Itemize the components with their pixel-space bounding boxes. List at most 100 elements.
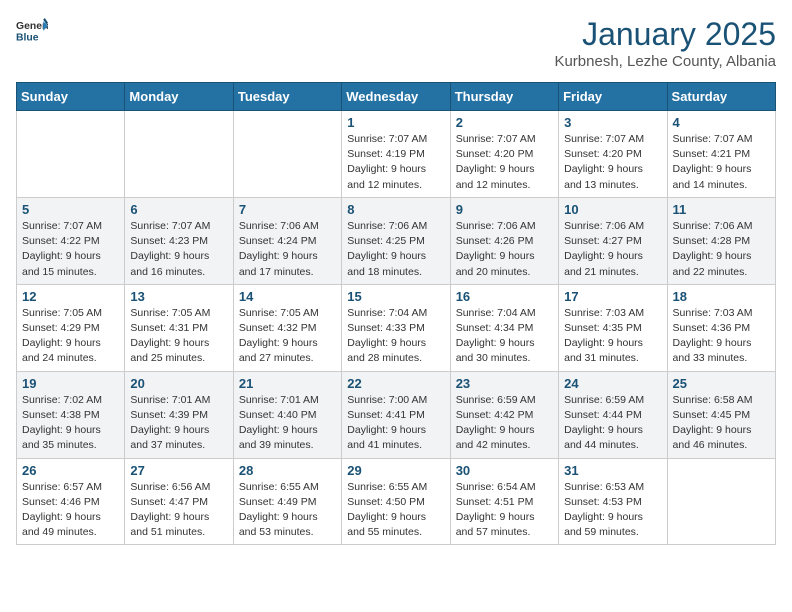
cell-day-number: 10 bbox=[564, 202, 661, 217]
cell-day-number: 23 bbox=[456, 376, 553, 391]
cell-info: Sunrise: 7:07 AM Sunset: 4:21 PM Dayligh… bbox=[673, 132, 770, 193]
cell-info: Sunrise: 6:56 AM Sunset: 4:47 PM Dayligh… bbox=[130, 480, 227, 541]
cell-day-number: 1 bbox=[347, 115, 444, 130]
calendar-cell: 7 Sunrise: 7:06 AM Sunset: 4:24 PM Daylig… bbox=[233, 197, 341, 284]
calendar-cell bbox=[233, 111, 341, 198]
weekday-header-friday: Friday bbox=[559, 83, 667, 111]
title-block: January 2025 Kurbnesh, Lezhe County, Alb… bbox=[554, 16, 776, 70]
cell-info: Sunrise: 6:59 AM Sunset: 4:44 PM Dayligh… bbox=[564, 393, 661, 454]
weekday-header-tuesday: Tuesday bbox=[233, 83, 341, 111]
calendar-cell: 21Sunrise: 7:01 AM Sunset: 4:40 PM Dayli… bbox=[233, 371, 341, 458]
calendar-cell: 4 Sunrise: 7:07 AM Sunset: 4:21 PM Daylig… bbox=[667, 111, 775, 198]
cell-day-number: 27 bbox=[130, 463, 227, 478]
cell-info: Sunrise: 7:03 AM Sunset: 4:35 PM Dayligh… bbox=[564, 306, 661, 367]
cell-info: Sunrise: 7:05 AM Sunset: 4:32 PM Dayligh… bbox=[239, 306, 336, 367]
cell-day-number: 6 bbox=[130, 202, 227, 217]
cell-info: Sunrise: 7:06 AM Sunset: 4:24 PM Dayligh… bbox=[239, 219, 336, 280]
calendar-cell bbox=[667, 458, 775, 545]
cell-info: Sunrise: 7:06 AM Sunset: 4:27 PM Dayligh… bbox=[564, 219, 661, 280]
cell-info: Sunrise: 7:04 AM Sunset: 4:34 PM Dayligh… bbox=[456, 306, 553, 367]
cell-day-number: 24 bbox=[564, 376, 661, 391]
cell-day-number: 18 bbox=[673, 289, 770, 304]
cell-info: Sunrise: 7:06 AM Sunset: 4:26 PM Dayligh… bbox=[456, 219, 553, 280]
calendar-cell: 2Sunrise: 7:07 AM Sunset: 4:20 PM Daylig… bbox=[450, 111, 558, 198]
cell-info: Sunrise: 7:07 AM Sunset: 4:19 PM Dayligh… bbox=[347, 132, 444, 193]
cell-day-number: 11 bbox=[673, 202, 770, 217]
calendar-week-3: 12Sunrise: 7:05 AM Sunset: 4:29 PM Dayli… bbox=[17, 284, 776, 371]
page-header: General Blue January 2025 Kurbnesh, Lezh… bbox=[16, 16, 776, 70]
calendar-week-2: 5 Sunrise: 7:07 AM Sunset: 4:22 PM Daylig… bbox=[17, 197, 776, 284]
cell-day-number: 5 bbox=[22, 202, 119, 217]
logo: General Blue bbox=[16, 16, 48, 44]
calendar-cell: 9 Sunrise: 7:06 AM Sunset: 4:26 PM Daylig… bbox=[450, 197, 558, 284]
calendar-subtitle: Kurbnesh, Lezhe County, Albania bbox=[554, 53, 776, 70]
calendar-cell: 25Sunrise: 6:58 AM Sunset: 4:45 PM Dayli… bbox=[667, 371, 775, 458]
cell-info: Sunrise: 7:07 AM Sunset: 4:22 PM Dayligh… bbox=[22, 219, 119, 280]
cell-info: Sunrise: 7:06 AM Sunset: 4:28 PM Dayligh… bbox=[673, 219, 770, 280]
cell-info: Sunrise: 7:02 AM Sunset: 4:38 PM Dayligh… bbox=[22, 393, 119, 454]
weekday-header-sunday: Sunday bbox=[17, 83, 125, 111]
cell-info: Sunrise: 7:04 AM Sunset: 4:33 PM Dayligh… bbox=[347, 306, 444, 367]
cell-info: Sunrise: 6:59 AM Sunset: 4:42 PM Dayligh… bbox=[456, 393, 553, 454]
cell-info: Sunrise: 6:55 AM Sunset: 4:49 PM Dayligh… bbox=[239, 480, 336, 541]
calendar-cell: 10 Sunrise: 7:06 AM Sunset: 4:27 PM Dayli… bbox=[559, 197, 667, 284]
cell-day-number: 21 bbox=[239, 376, 336, 391]
cell-day-number: 26 bbox=[22, 463, 119, 478]
cell-info: Sunrise: 7:00 AM Sunset: 4:41 PM Dayligh… bbox=[347, 393, 444, 454]
cell-info: Sunrise: 7:06 AM Sunset: 4:25 PM Dayligh… bbox=[347, 219, 444, 280]
calendar-cell: 22 Sunrise: 7:00 AM Sunset: 4:41 PM Dayli… bbox=[342, 371, 450, 458]
cell-info: Sunrise: 7:03 AM Sunset: 4:36 PM Dayligh… bbox=[673, 306, 770, 367]
weekday-header-row: SundayMondayTuesdayWednesdayThursdayFrid… bbox=[17, 83, 776, 111]
calendar-cell: 31Sunrise: 6:53 AM Sunset: 4:53 PM Dayli… bbox=[559, 458, 667, 545]
calendar-cell: 16 Sunrise: 7:04 AM Sunset: 4:34 PM Dayli… bbox=[450, 284, 558, 371]
cell-day-number: 14 bbox=[239, 289, 336, 304]
cell-day-number: 16 bbox=[456, 289, 553, 304]
calendar-cell: 3 Sunrise: 7:07 AM Sunset: 4:20 PM Daylig… bbox=[559, 111, 667, 198]
cell-day-number: 9 bbox=[456, 202, 553, 217]
cell-info: Sunrise: 7:05 AM Sunset: 4:31 PM Dayligh… bbox=[130, 306, 227, 367]
svg-text:Blue: Blue bbox=[16, 32, 39, 43]
calendar-cell: 8Sunrise: 7:06 AM Sunset: 4:25 PM Daylig… bbox=[342, 197, 450, 284]
calendar-cell: 26Sunrise: 6:57 AM Sunset: 4:46 PM Dayli… bbox=[17, 458, 125, 545]
calendar-cell: 30Sunrise: 6:54 AM Sunset: 4:51 PM Dayli… bbox=[450, 458, 558, 545]
cell-day-number: 29 bbox=[347, 463, 444, 478]
calendar-cell: 27 Sunrise: 6:56 AM Sunset: 4:47 PM Dayli… bbox=[125, 458, 233, 545]
cell-day-number: 22 bbox=[347, 376, 444, 391]
calendar-cell: 6 Sunrise: 7:07 AM Sunset: 4:23 PM Daylig… bbox=[125, 197, 233, 284]
calendar-cell: 12Sunrise: 7:05 AM Sunset: 4:29 PM Dayli… bbox=[17, 284, 125, 371]
weekday-header-saturday: Saturday bbox=[667, 83, 775, 111]
cell-day-number: 4 bbox=[673, 115, 770, 130]
cell-day-number: 13 bbox=[130, 289, 227, 304]
calendar-table: SundayMondayTuesdayWednesdayThursdayFrid… bbox=[16, 82, 776, 545]
cell-info: Sunrise: 7:07 AM Sunset: 4:23 PM Dayligh… bbox=[130, 219, 227, 280]
cell-info: Sunrise: 7:07 AM Sunset: 4:20 PM Dayligh… bbox=[564, 132, 661, 193]
cell-info: Sunrise: 7:05 AM Sunset: 4:29 PM Dayligh… bbox=[22, 306, 119, 367]
cell-info: Sunrise: 6:53 AM Sunset: 4:53 PM Dayligh… bbox=[564, 480, 661, 541]
calendar-cell: 20Sunrise: 7:01 AM Sunset: 4:39 PM Dayli… bbox=[125, 371, 233, 458]
weekday-header-wednesday: Wednesday bbox=[342, 83, 450, 111]
calendar-cell: 24 Sunrise: 6:59 AM Sunset: 4:44 PM Dayli… bbox=[559, 371, 667, 458]
calendar-cell: 14 Sunrise: 7:05 AM Sunset: 4:32 PM Dayli… bbox=[233, 284, 341, 371]
cell-day-number: 7 bbox=[239, 202, 336, 217]
calendar-cell: 13 Sunrise: 7:05 AM Sunset: 4:31 PM Dayli… bbox=[125, 284, 233, 371]
cell-info: Sunrise: 7:01 AM Sunset: 4:39 PM Dayligh… bbox=[130, 393, 227, 454]
calendar-cell: 1 Sunrise: 7:07 AM Sunset: 4:19 PM Daylig… bbox=[342, 111, 450, 198]
calendar-cell: 17Sunrise: 7:03 AM Sunset: 4:35 PM Dayli… bbox=[559, 284, 667, 371]
cell-day-number: 28 bbox=[239, 463, 336, 478]
weekday-header-monday: Monday bbox=[125, 83, 233, 111]
calendar-cell bbox=[125, 111, 233, 198]
logo-icon: General Blue bbox=[16, 16, 48, 44]
calendar-cell: 23 Sunrise: 6:59 AM Sunset: 4:42 PM Dayli… bbox=[450, 371, 558, 458]
calendar-title: January 2025 bbox=[554, 16, 776, 53]
cell-day-number: 15 bbox=[347, 289, 444, 304]
calendar-week-4: 19Sunrise: 7:02 AM Sunset: 4:38 PM Dayli… bbox=[17, 371, 776, 458]
calendar-cell: 18 Sunrise: 7:03 AM Sunset: 4:36 PM Dayli… bbox=[667, 284, 775, 371]
calendar-cell: 29Sunrise: 6:55 AM Sunset: 4:50 PM Dayli… bbox=[342, 458, 450, 545]
cell-day-number: 3 bbox=[564, 115, 661, 130]
calendar-cell: 11 Sunrise: 7:06 AM Sunset: 4:28 PM Dayli… bbox=[667, 197, 775, 284]
calendar-cell: 28 Sunrise: 6:55 AM Sunset: 4:49 PM Dayli… bbox=[233, 458, 341, 545]
calendar-cell bbox=[17, 111, 125, 198]
cell-day-number: 30 bbox=[456, 463, 553, 478]
weekday-header-thursday: Thursday bbox=[450, 83, 558, 111]
calendar-week-1: 1 Sunrise: 7:07 AM Sunset: 4:19 PM Daylig… bbox=[17, 111, 776, 198]
